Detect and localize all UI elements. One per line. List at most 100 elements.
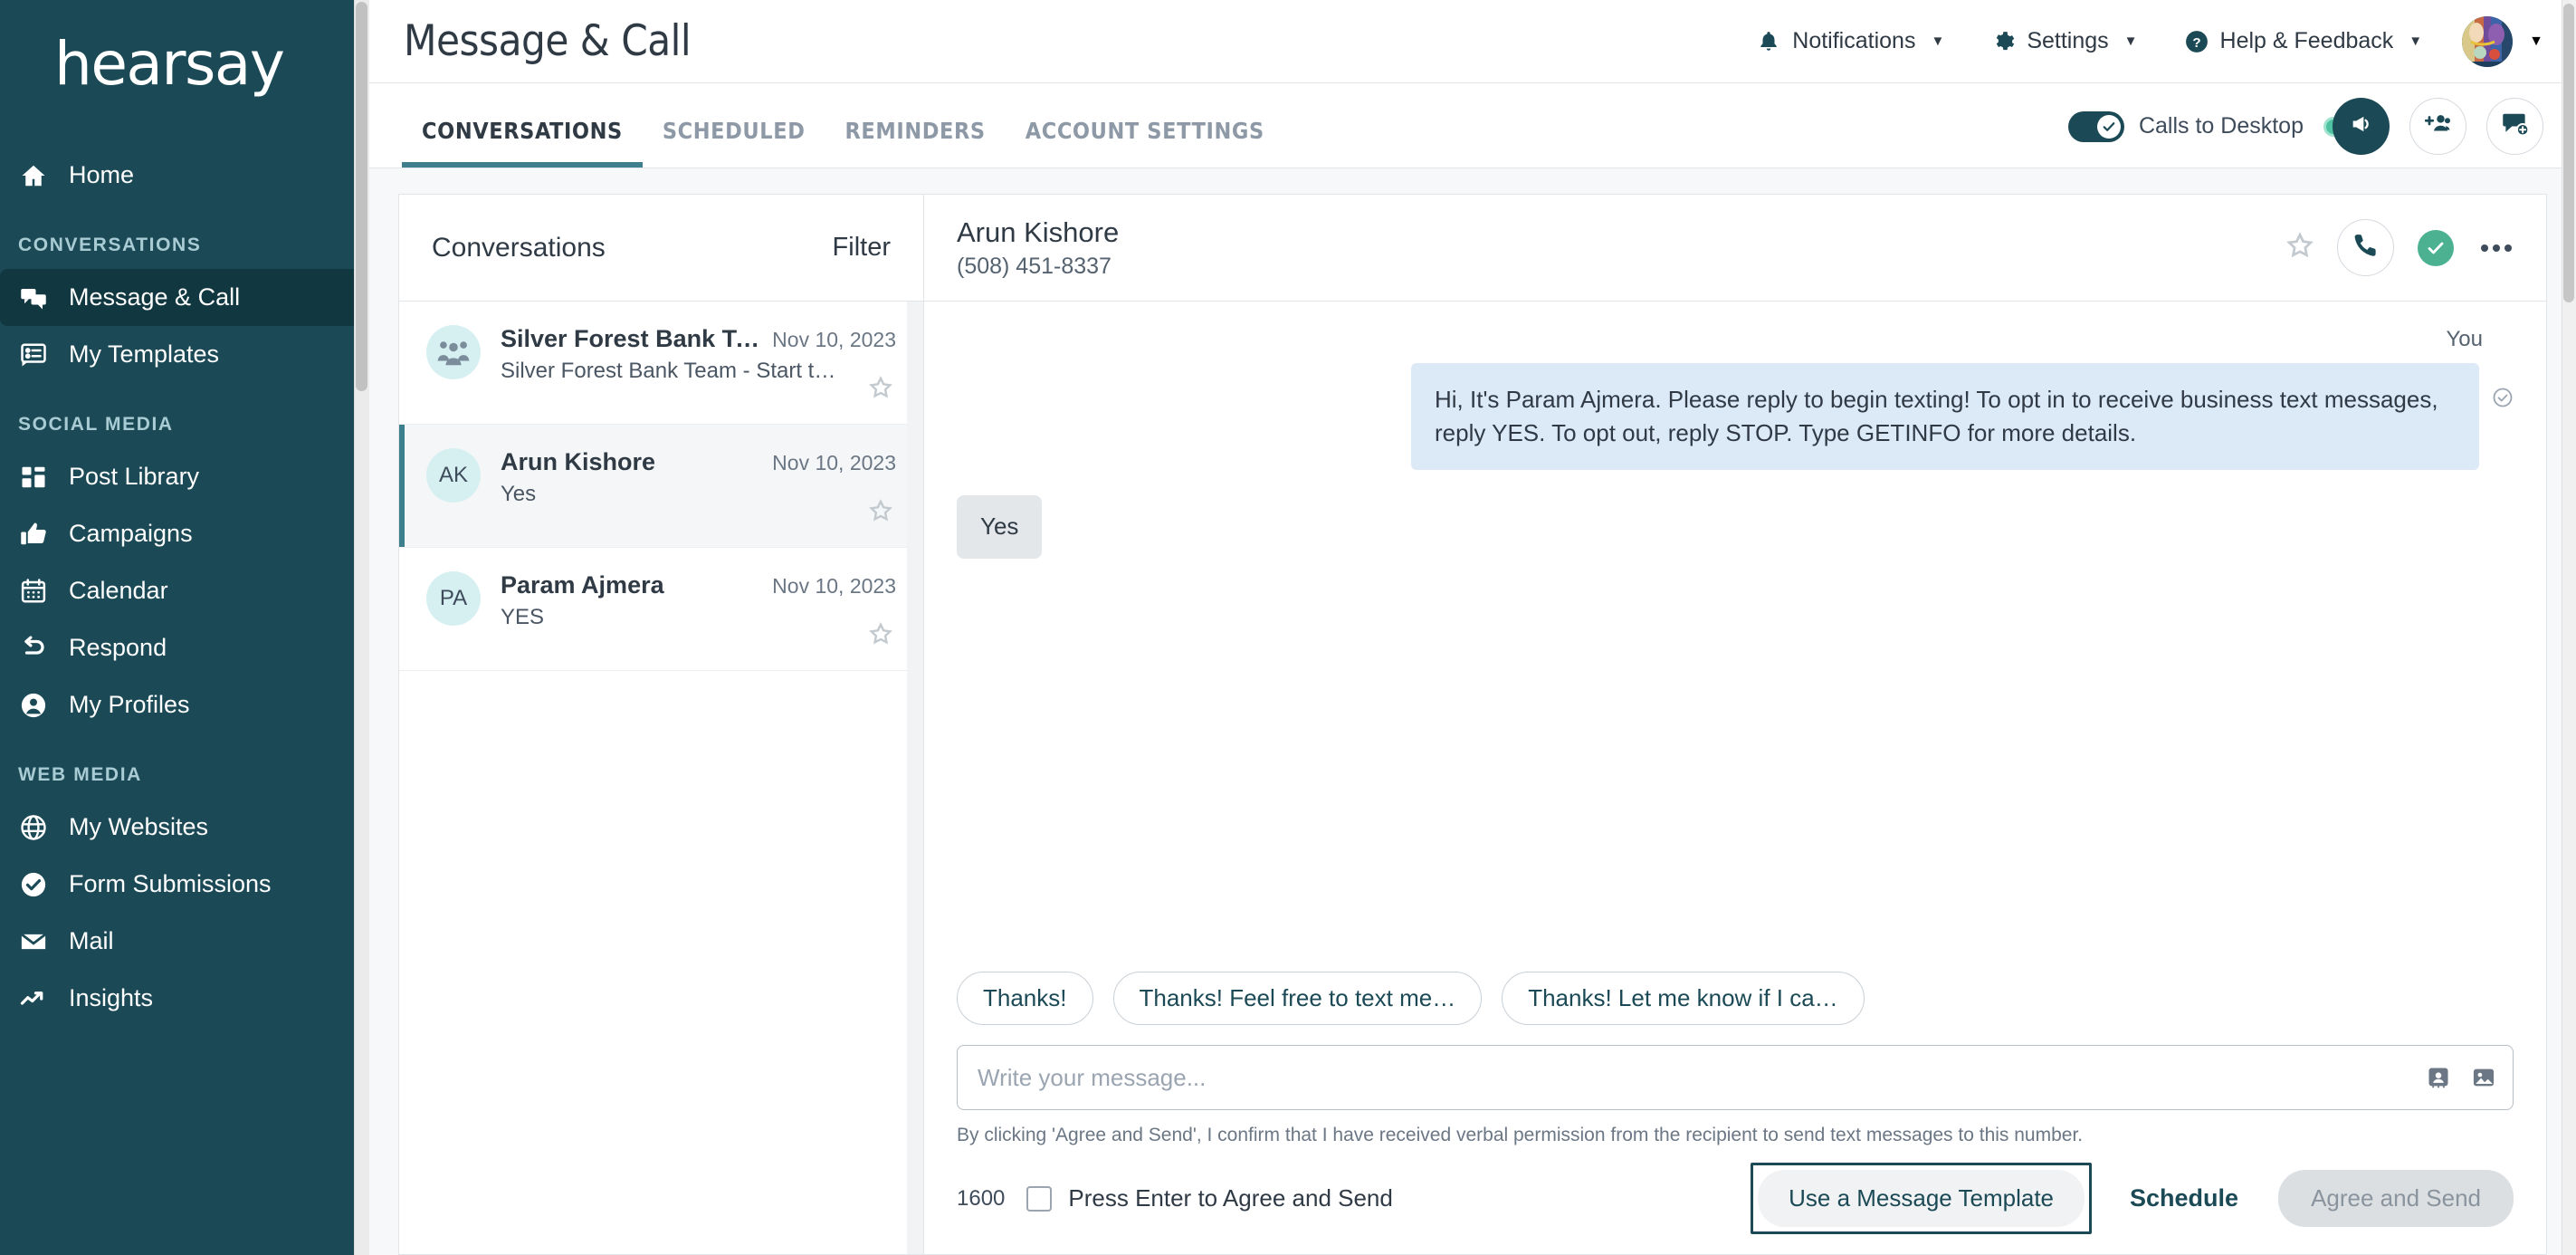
tabbar-controls: Calls to Desktop bbox=[2067, 98, 2543, 168]
opt-in-status-badge[interactable] bbox=[2418, 229, 2454, 266]
sidebar-item-mail[interactable]: Mail bbox=[0, 913, 362, 970]
tab-conversations[interactable]: CONVERSATIONS bbox=[402, 118, 643, 168]
sidebar-item-respond[interactable]: Respond bbox=[0, 619, 362, 676]
notifications-menu[interactable]: Notifications ▼ bbox=[1733, 28, 1968, 54]
calendar-icon bbox=[18, 576, 49, 607]
sidebar: hearsay Home CONVERSATIONS Message & Cal… bbox=[0, 0, 369, 1255]
quick-reply-chip[interactable]: Thanks! bbox=[957, 972, 1093, 1025]
gear-icon bbox=[1991, 30, 2015, 53]
avatar: PA bbox=[426, 571, 481, 626]
list-item-body: Silver Forest Bank Te… Nov 10, 2023 Silv… bbox=[501, 325, 896, 404]
sidebar-item-calendar[interactable]: Calendar bbox=[0, 562, 362, 619]
tab-bar: CONVERSATIONS SCHEDULED REMINDERS ACCOUN… bbox=[369, 83, 2576, 168]
help-feedback-menu[interactable]: ? Help & Feedback ▼ bbox=[2161, 28, 2447, 54]
tabs: CONVERSATIONS SCHEDULED REMINDERS ACCOUN… bbox=[369, 83, 1284, 168]
megaphone-icon bbox=[2349, 111, 2374, 141]
reply-arrow-icon bbox=[18, 633, 49, 664]
help-circle-icon: ? bbox=[2185, 30, 2209, 53]
schedule-button[interactable]: Schedule bbox=[2103, 1170, 2266, 1227]
sidebar-item-insights[interactable]: Insights bbox=[0, 970, 362, 1027]
more-options-icon[interactable] bbox=[2477, 237, 2515, 259]
page-scrollbar-thumb[interactable] bbox=[2563, 4, 2574, 302]
conversation-list: Silver Forest Bank Te… Nov 10, 2023 Silv… bbox=[399, 302, 923, 1254]
sidebar-item-label: Form Submissions bbox=[69, 870, 272, 897]
sidebar-item-post-library[interactable]: Post Library bbox=[0, 448, 362, 505]
quick-reply-chip[interactable]: Thanks! Let me know if I ca… bbox=[1502, 972, 1865, 1025]
page-title: Message & Call bbox=[404, 16, 692, 66]
favorite-star-icon[interactable] bbox=[2286, 232, 2314, 263]
sidebar-item-label: Post Library bbox=[69, 463, 200, 490]
sidebar-item-message-and-call[interactable]: Message & Call bbox=[0, 269, 362, 326]
envelope-icon bbox=[18, 926, 49, 957]
megaphone-button[interactable] bbox=[2333, 98, 2390, 155]
thread-contact-info: Arun Kishore (508) 451-8337 bbox=[957, 216, 1119, 280]
favorite-star-icon[interactable] bbox=[869, 622, 892, 650]
page-scrollbar[interactable] bbox=[2562, 0, 2576, 1255]
tab-reminders[interactable]: REMINDERS bbox=[825, 118, 1005, 168]
sidebar-item-my-profiles[interactable]: My Profiles bbox=[0, 676, 362, 733]
chevron-down-icon: ▼ bbox=[2409, 34, 2423, 49]
chevron-down-icon: ▼ bbox=[2123, 34, 2138, 49]
image-icon[interactable] bbox=[2471, 1065, 2496, 1090]
send-disclaimer: By clicking 'Agree and Send', I confirm … bbox=[957, 1125, 2084, 1145]
user-circle-icon bbox=[18, 690, 49, 721]
thread-phone-number: (508) 451-8337 bbox=[957, 253, 1111, 279]
favorite-star-icon[interactable] bbox=[869, 499, 892, 527]
sidebar-item-label: Calendar bbox=[69, 577, 168, 604]
agree-and-send-button[interactable]: Agree and Send bbox=[2278, 1170, 2514, 1227]
message-input[interactable] bbox=[978, 1063, 2426, 1092]
new-message-button[interactable] bbox=[2486, 98, 2543, 155]
sidebar-item-form-submissions[interactable]: Form Submissions bbox=[0, 856, 362, 913]
list-item[interactable]: PA Param Ajmera Nov 10, 2023 YES bbox=[399, 548, 923, 671]
conversation-name: Param Ajmera bbox=[501, 571, 664, 599]
globe-icon bbox=[18, 812, 49, 843]
sidebar-item-label: My Templates bbox=[69, 340, 220, 368]
sidebar-scrollbar[interactable] bbox=[354, 0, 369, 1255]
settings-menu[interactable]: Settings ▼ bbox=[1968, 28, 2161, 54]
tab-account-settings[interactable]: ACCOUNT SETTINGS bbox=[1006, 118, 1284, 168]
sidebar-item-label: Home bbox=[69, 161, 135, 188]
favorite-star-icon[interactable] bbox=[869, 376, 892, 404]
sidebar-item-label: Campaigns bbox=[69, 520, 193, 547]
sidebar-item-label: My Profiles bbox=[69, 691, 190, 718]
check-circle-icon bbox=[18, 869, 49, 900]
top-header: Message & Call Notifications ▼ Settings … bbox=[369, 0, 2576, 83]
add-contact-button[interactable] bbox=[2409, 98, 2466, 155]
thread-header: Arun Kishore (508) 451-8337 bbox=[924, 195, 2546, 302]
add-contact-icon bbox=[2424, 110, 2452, 142]
message-row-outgoing: Hi, It's Param Ajmera. Please reply to b… bbox=[957, 363, 2514, 470]
sidebar-item-my-templates[interactable]: My Templates bbox=[0, 326, 362, 383]
user-account-menu[interactable]: ▼ bbox=[2446, 15, 2543, 67]
template-button-focus-ring: Use a Message Template bbox=[1751, 1163, 2093, 1234]
quick-reply-chip[interactable]: Thanks! Feel free to text me… bbox=[1112, 972, 1483, 1025]
sidebar-section-conversations: CONVERSATIONS bbox=[18, 235, 202, 255]
phone-icon bbox=[2352, 232, 2380, 263]
sidebar-scrollbar-thumb[interactable] bbox=[356, 2, 367, 391]
thumbs-up-icon bbox=[18, 519, 49, 550]
thread-panel: Arun Kishore (508) 451-8337 You Hi, It's… bbox=[923, 194, 2547, 1255]
message-bubble-incoming: Yes bbox=[957, 494, 1043, 559]
thread-footer: Thanks! Thanks! Feel free to text me… Th… bbox=[924, 972, 2546, 1254]
calls-to-desktop-toggle[interactable] bbox=[2067, 110, 2124, 142]
settings-label: Settings bbox=[2027, 28, 2109, 53]
trend-up-icon bbox=[18, 983, 49, 1014]
sidebar-item-home[interactable]: Home bbox=[0, 147, 362, 204]
list-item[interactable]: Silver Forest Bank Te… Nov 10, 2023 Silv… bbox=[399, 302, 923, 425]
composer-actions: 1600 Press Enter to Agree and Send Use a… bbox=[957, 1163, 2514, 1254]
brand-logo[interactable]: hearsay bbox=[0, 0, 369, 138]
sidebar-item-my-websites[interactable]: My Websites bbox=[0, 799, 362, 856]
list-item-body: Param Ajmera Nov 10, 2023 YES bbox=[501, 571, 896, 650]
call-button[interactable] bbox=[2337, 219, 2394, 276]
filter-button[interactable]: Filter bbox=[833, 233, 891, 263]
use-message-template-button[interactable]: Use a Message Template bbox=[1758, 1170, 2085, 1227]
conversation-list-scrollbar[interactable] bbox=[907, 302, 923, 1254]
sidebar-item-label: Mail bbox=[69, 927, 114, 954]
list-item[interactable]: AK Arun Kishore Nov 10, 2023 Yes bbox=[399, 425, 923, 548]
sidebar-item-campaigns[interactable]: Campaigns bbox=[0, 505, 362, 562]
calls-to-desktop-label: Calls to Desktop bbox=[2138, 113, 2304, 139]
tab-scheduled[interactable]: SCHEDULED bbox=[643, 118, 825, 168]
sidebar-section-web-media: WEB MEDIA bbox=[18, 764, 142, 785]
message-sender-label: You bbox=[2446, 327, 2484, 351]
press-enter-checkbox[interactable] bbox=[1026, 1185, 1053, 1212]
contact-card-icon[interactable] bbox=[2426, 1065, 2451, 1090]
